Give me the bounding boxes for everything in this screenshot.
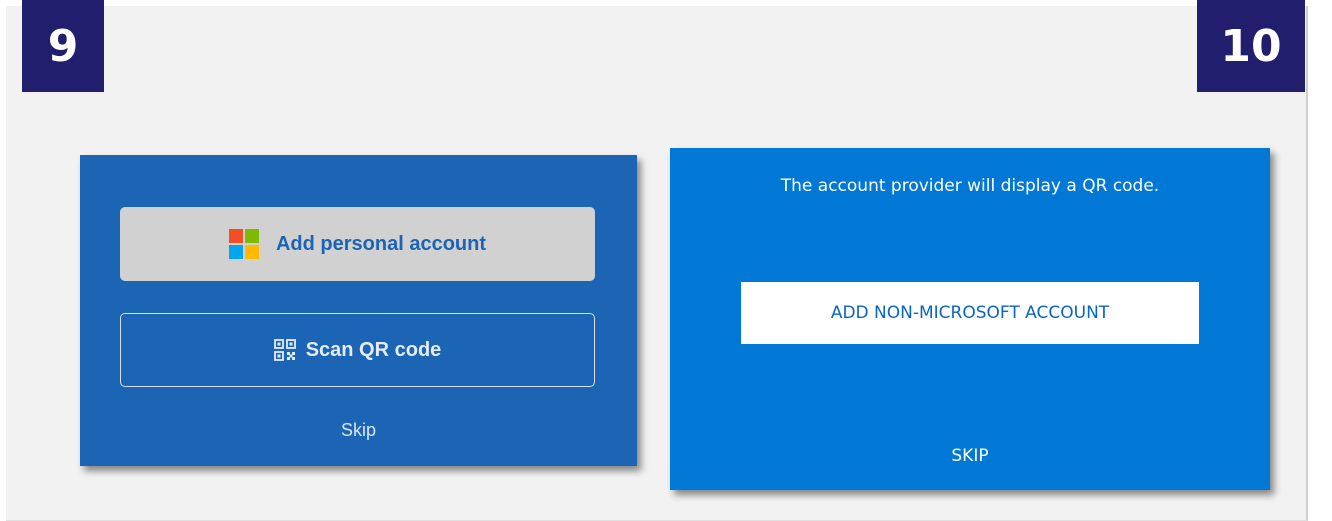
- screen-non-microsoft-account: The account provider will display a QR c…: [670, 148, 1270, 490]
- add-personal-account-label: Add personal account: [275, 232, 487, 255]
- screen-add-account-options: Add personal account Scan QR code Skip: [80, 155, 637, 466]
- microsoft-logo-icon: [228, 229, 259, 259]
- skip-button[interactable]: SKIP: [670, 446, 1270, 466]
- add-non-microsoft-account-button[interactable]: ADD NON-MICROSOFT ACCOUNT: [741, 282, 1199, 344]
- step-badge-10: 10: [1197, 0, 1305, 92]
- qr-code-icon: [273, 339, 296, 361]
- skip-link[interactable]: Skip: [80, 420, 637, 441]
- scan-qr-code-label: Scan QR code: [305, 338, 442, 361]
- add-personal-account-button[interactable]: Add personal account: [120, 207, 595, 281]
- scan-qr-code-button[interactable]: Scan QR code: [120, 313, 595, 387]
- step-badge-9: 9: [22, 0, 104, 92]
- qr-info-text: The account provider will display a QR c…: [780, 176, 1160, 196]
